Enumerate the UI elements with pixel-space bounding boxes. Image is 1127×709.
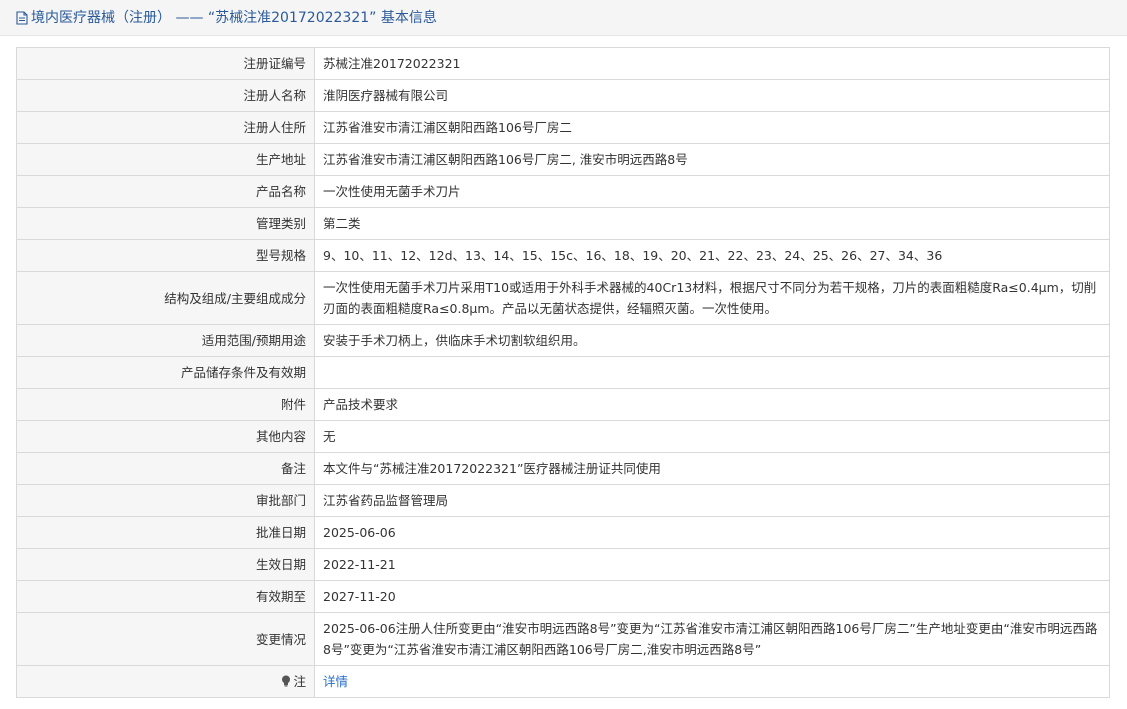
- page-title-text: 境内医疗器械（注册） —— “苏械注准20172022321” 基本信息: [31, 10, 437, 26]
- row-value: [314, 356, 1110, 389]
- row-value: 产品技术要求: [314, 388, 1110, 421]
- info-table: 注册证编号 苏械注准20172022321 注册人名称 淮阴医疗器械有限公司 注…: [16, 47, 1110, 698]
- row-label: 有效期至: [16, 580, 315, 613]
- table-row: 生产地址 江苏省淮安市清江浦区朝阳西路106号厂房二, 淮安市明远西路8号: [16, 143, 1110, 176]
- row-value: 本文件与“苏械注准20172022321”医疗器械注册证共同使用: [314, 452, 1110, 485]
- row-label: 批准日期: [16, 516, 315, 549]
- table-row: 产品名称 一次性使用无菌手术刀片: [16, 175, 1110, 208]
- row-value: 江苏省药品监督管理局: [314, 484, 1110, 517]
- table-row: 其他内容 无: [16, 420, 1110, 453]
- row-value-note: 详情: [314, 665, 1110, 698]
- row-value: 江苏省淮安市清江浦区朝阳西路106号厂房二: [314, 111, 1110, 144]
- row-value: 安装于手术刀柄上，供临床手术切割软组织用。: [314, 324, 1110, 357]
- row-label: 管理类别: [16, 207, 315, 240]
- row-value: 江苏省淮安市清江浦区朝阳西路106号厂房二, 淮安市明远西路8号: [314, 143, 1110, 176]
- table-row: 产品储存条件及有效期: [16, 356, 1110, 389]
- row-label: 适用范围/预期用途: [16, 324, 315, 357]
- row-label: 审批部门: [16, 484, 315, 517]
- table-row: 审批部门 江苏省药品监督管理局: [16, 484, 1110, 517]
- table-row: 型号规格 9、10、11、12、12d、13、14、15、15c、16、18、1…: [16, 239, 1110, 272]
- row-label: 生产地址: [16, 143, 315, 176]
- table-row: 注册人名称 淮阴医疗器械有限公司: [16, 79, 1110, 112]
- row-label: 生效日期: [16, 548, 315, 581]
- row-value: 第二类: [314, 207, 1110, 240]
- lightbulb-icon: [281, 672, 291, 687]
- page-title: 境内医疗器械（注册） —— “苏械注准20172022321” 基本信息: [16, 9, 437, 27]
- table-row: 注 详情: [16, 665, 1110, 698]
- table-row: 批准日期 2025-06-06: [16, 516, 1110, 549]
- row-label-note: 注: [16, 665, 315, 698]
- row-label: 其他内容: [16, 420, 315, 453]
- row-label: 产品储存条件及有效期: [16, 356, 315, 389]
- table-row: 有效期至 2027-11-20: [16, 580, 1110, 613]
- row-label: 备注: [16, 452, 315, 485]
- table-row: 生效日期 2022-11-21: [16, 548, 1110, 581]
- row-label: 注册人名称: [16, 79, 315, 112]
- page-header: 境内医疗器械（注册） —— “苏械注准20172022321” 基本信息: [0, 0, 1127, 36]
- row-value: 苏械注准20172022321: [314, 47, 1110, 80]
- table-row: 变更情况 2025-06-06注册人住所变更由“淮安市明远西路8号”变更为“江苏…: [16, 612, 1110, 666]
- row-label: 结构及组成/主要组成成分: [16, 271, 315, 325]
- table-row: 注册证编号 苏械注准20172022321: [16, 47, 1110, 80]
- row-value: 2025-06-06: [314, 516, 1110, 549]
- row-value: 2025-06-06注册人住所变更由“淮安市明远西路8号”变更为“江苏省淮安市清…: [314, 612, 1110, 666]
- row-label: 注册证编号: [16, 47, 315, 80]
- row-label: 型号规格: [16, 239, 315, 272]
- row-value: 2022-11-21: [314, 548, 1110, 581]
- document-icon: [16, 11, 28, 25]
- row-label: 注册人住所: [16, 111, 315, 144]
- row-value: 9、10、11、12、12d、13、14、15、15c、16、18、19、20、…: [314, 239, 1110, 272]
- row-label: 产品名称: [16, 175, 315, 208]
- details-link[interactable]: 详情: [323, 674, 348, 689]
- detail-panel: 注册证编号 苏械注准20172022321 注册人名称 淮阴医疗器械有限公司 注…: [0, 36, 1127, 709]
- note-label: 注: [293, 674, 306, 689]
- table-row: 注册人住所 江苏省淮安市清江浦区朝阳西路106号厂房二: [16, 111, 1110, 144]
- row-value: 无: [314, 420, 1110, 453]
- table-row: 结构及组成/主要组成成分 一次性使用无菌手术刀片采用T10或适用于外科手术器械的…: [16, 271, 1110, 325]
- row-label: 变更情况: [16, 612, 315, 666]
- row-value: 一次性使用无菌手术刀片: [314, 175, 1110, 208]
- row-value: 2027-11-20: [314, 580, 1110, 613]
- table-row: 附件 产品技术要求: [16, 388, 1110, 421]
- table-row: 管理类别 第二类: [16, 207, 1110, 240]
- row-value: 淮阴医疗器械有限公司: [314, 79, 1110, 112]
- row-label: 附件: [16, 388, 315, 421]
- table-row: 备注 本文件与“苏械注准20172022321”医疗器械注册证共同使用: [16, 452, 1110, 485]
- row-value: 一次性使用无菌手术刀片采用T10或适用于外科手术器械的40Cr13材料，根据尺寸…: [314, 271, 1110, 325]
- table-row: 适用范围/预期用途 安装于手术刀柄上，供临床手术切割软组织用。: [16, 324, 1110, 357]
